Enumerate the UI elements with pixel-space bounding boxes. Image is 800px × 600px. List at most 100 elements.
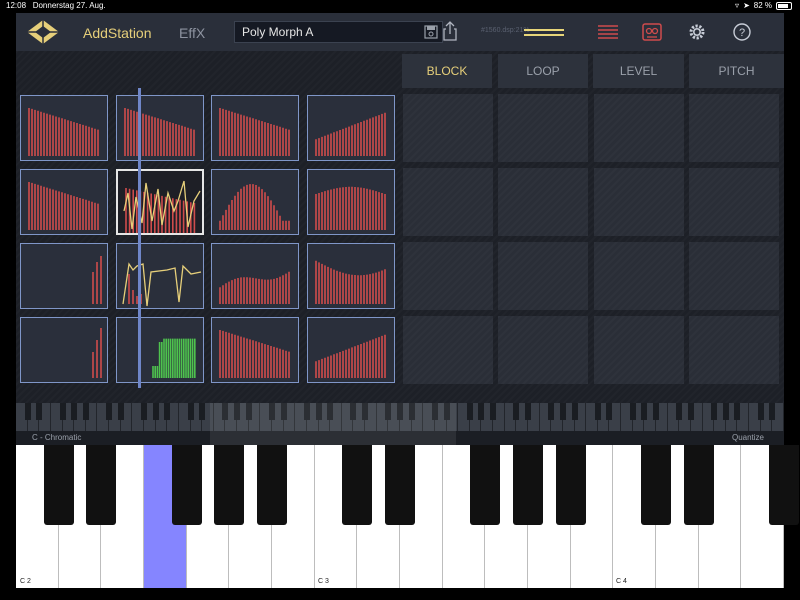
location-icon: ➤ [743,1,750,10]
pad-waveform-bars [28,182,99,230]
pad-r4-c4[interactable] [307,317,395,383]
list-icon[interactable] [598,24,618,40]
mini-black-key [106,403,113,420]
pad-r1-c4[interactable] [307,95,395,161]
black-key[interactable] [641,445,671,525]
grid-cell-r4-c4[interactable] [689,316,779,384]
save-icon[interactable] [424,25,438,39]
pad-waveform [92,328,102,378]
pad-r4-c1[interactable] [20,317,108,383]
pad-r1-c2[interactable] [116,95,204,161]
mini-black-key [559,403,566,420]
pad-r2-c2[interactable] [116,169,204,235]
tape-icon[interactable] [642,23,662,41]
grid-cell-r4-c2[interactable] [498,316,588,384]
black-key[interactable] [171,445,202,525]
mini-black-key [769,403,776,420]
pad-r2-c1[interactable] [20,169,108,235]
mini-black-key [513,403,520,420]
gear-icon[interactable] [688,23,706,41]
mini-black-key [71,403,78,420]
effx-button[interactable]: EffX [179,25,205,41]
black-key[interactable] [513,445,543,525]
preset-name: Poly Morph A [242,25,314,39]
black-key[interactable] [257,445,287,525]
black-key[interactable] [769,445,799,525]
toolbar: AddStation EffX Poly Morph A #1560.dsp:2… [16,13,784,52]
grid-cell-r3-c1[interactable] [403,242,493,310]
grid-cell-r2-c3[interactable] [594,168,684,236]
app-title[interactable]: AddStation [83,25,152,41]
pad-waveform [28,182,99,230]
pad-r4-c2[interactable] [116,317,204,383]
pad-r3-c4[interactable] [307,243,395,309]
pad-r1-c3[interactable] [211,95,299,161]
mini-black-key [722,403,729,420]
mini-black-key [653,403,659,420]
dsp-readout: #1560.dsp:21% [481,27,530,34]
pad-r3-c1[interactable] [20,243,108,309]
grid-cell-r3-c2[interactable] [498,242,588,310]
quantize-button[interactable]: Quantize [732,433,764,442]
tab-level[interactable]: LEVEL [593,54,684,88]
keyboard-range-strip[interactable]: C - Chromatic Quantize [16,403,784,445]
octave-label-c3: C 3 [318,578,329,585]
pad-r3-c3[interactable] [211,243,299,309]
mini-black-key [594,403,601,420]
wifi-icon: ▿ [735,1,740,10]
pad-waveform-bars [219,108,290,156]
grid-cell-r1-c2[interactable] [498,94,588,162]
black-key[interactable] [342,445,373,525]
mini-black-key [82,403,89,420]
black-key[interactable] [214,445,245,525]
black-key[interactable] [86,445,117,525]
share-icon[interactable] [442,21,458,41]
pad-waveform [315,334,386,378]
grid-cell-r2-c1[interactable] [403,168,493,236]
scale-label[interactable]: C - Chromatic [32,433,81,442]
pad-r2-c3[interactable] [211,169,299,235]
grid-cell-r2-c2[interactable] [498,168,588,236]
pad-r1-c1[interactable] [20,95,108,161]
tab-pitch[interactable]: PITCH [689,54,784,88]
black-key[interactable] [385,445,415,525]
grid-cell-r1-c1[interactable] [403,94,493,162]
mini-black-key [36,403,43,420]
level-meter-top [524,29,564,31]
battery-icon [776,2,792,10]
mini-black-key [548,403,555,420]
pad-r3-c2[interactable] [116,243,204,309]
keyboard-range-selector[interactable] [210,403,456,445]
pad-waveform-bars [219,271,290,304]
piano-keyboard [16,445,799,588]
pad-waveform-bars [219,184,290,230]
app-logo-icon[interactable] [26,19,60,45]
pad-waveform [122,262,202,307]
grid-cell-r3-c3[interactable] [594,242,684,310]
grid-cell-r2-c4[interactable] [689,168,779,236]
mini-black-key [525,403,531,420]
black-key[interactable] [683,445,714,525]
preset-name-field[interactable]: Poly Morph A [234,21,443,43]
grid-cell-r1-c4[interactable] [689,94,779,162]
tab-block[interactable]: BLOCK [402,54,492,88]
status-time: 12:08 [6,1,27,10]
mini-black-key [490,403,497,420]
playhead[interactable] [138,88,141,388]
tab-loop[interactable]: LOOP [498,54,588,88]
pad-r2-c4[interactable] [307,169,395,235]
grid-cell-r4-c1[interactable] [403,316,493,384]
pad-waveform-bars [315,334,386,378]
grid-cell-r4-c3[interactable] [594,316,684,384]
grid-cell-r3-c4[interactable] [689,242,779,310]
pad-r4-c3[interactable] [211,317,299,383]
pad-waveform [92,256,102,304]
grid-cell-r1-c3[interactable] [594,94,684,162]
pad-waveform [315,260,386,304]
mini-black-key [676,403,683,420]
black-key[interactable] [43,445,74,525]
black-key[interactable] [470,445,501,525]
mini-black-key [478,403,485,420]
help-icon[interactable]: ? [733,23,751,41]
black-key[interactable] [555,445,586,525]
